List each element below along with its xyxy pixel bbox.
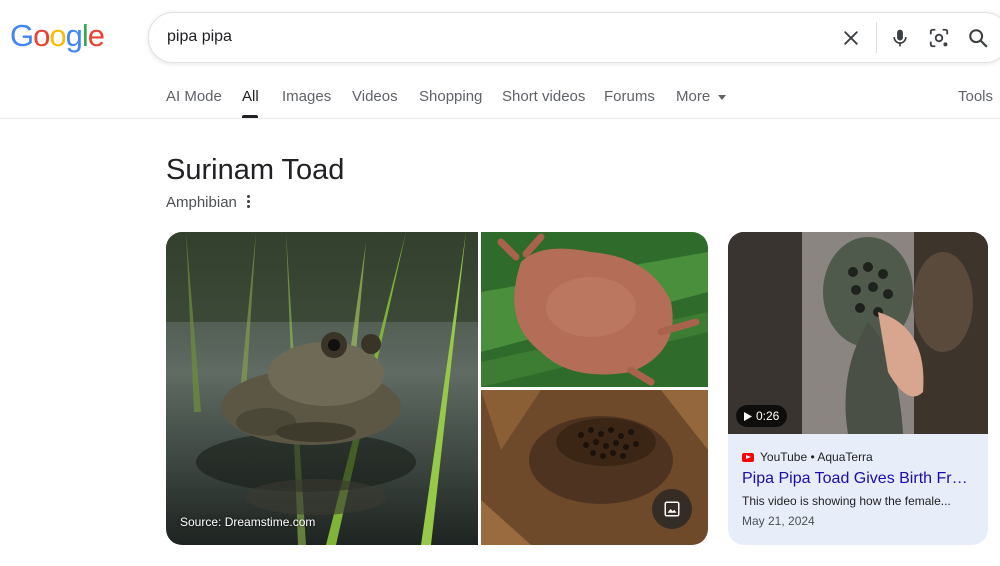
lens-icon [929, 28, 949, 48]
search-divider [876, 22, 877, 53]
tab-more-label: More [676, 88, 711, 105]
tab-forums[interactable]: Forums [604, 88, 655, 105]
image-gallery: Source: Dreamstime.com [166, 232, 708, 545]
tabs-divider [0, 118, 1000, 119]
clear-icon [844, 31, 858, 45]
more-images-button[interactable] [652, 489, 692, 529]
kebab-menu-icon[interactable] [241, 193, 255, 211]
logo-letter: o [33, 18, 50, 53]
video-thumbnail[interactable]: 0:26 [728, 232, 988, 434]
tools-label: Tools [958, 88, 994, 105]
youtube-icon [742, 452, 754, 462]
video-duration: 0:26 [756, 409, 780, 423]
search-button[interactable] [965, 25, 991, 51]
entity-title: Surinam Toad [166, 154, 345, 186]
tab-short-videos[interactable]: Short videos [502, 88, 585, 105]
search-icon [969, 29, 988, 48]
images-icon [664, 501, 680, 517]
tab-more[interactable]: More [676, 88, 727, 105]
video-source: YouTube • AquaTerra [742, 450, 873, 464]
logo-letter: o [49, 18, 66, 53]
logo-letter: e [87, 18, 105, 53]
tools-button[interactable]: Tools [958, 88, 1000, 105]
video-card[interactable]: 0:26 YouTube • AquaTerra Pipa Pipa Toad … [728, 232, 988, 545]
tab-all[interactable]: All [242, 88, 259, 105]
play-icon [744, 411, 752, 421]
tab-videos[interactable]: Videos [352, 88, 398, 105]
logo-letter: G [10, 18, 34, 53]
image-source-label: Source: Dreamstime.com [180, 515, 316, 529]
search-input[interactable] [167, 26, 767, 48]
video-description: This video is showing how the female... [742, 494, 951, 508]
entity-subtitle: Amphibian [166, 194, 237, 211]
video-duration-badge: 0:26 [736, 405, 788, 427]
lens-search-button[interactable] [926, 25, 952, 51]
tab-images[interactable]: Images [282, 88, 331, 105]
toad-with-eggs-on-back-image[interactable] [481, 390, 708, 545]
logo-letter: g [65, 18, 83, 53]
video-source-label: YouTube • AquaTerra [760, 450, 873, 464]
toad-in-water-image[interactable]: Source: Dreamstime.com [166, 232, 478, 545]
clear-button[interactable] [838, 25, 864, 51]
microphone-icon [893, 29, 907, 47]
tab-ai-mode[interactable]: AI Mode [166, 88, 222, 105]
flat-toad-on-leaf-image[interactable] [481, 232, 708, 387]
google-logo[interactable]: Google [10, 18, 105, 54]
video-title[interactable]: Pipa Pipa Toad Gives Birth From... [742, 470, 974, 488]
voice-search-button[interactable] [887, 25, 913, 51]
tab-shopping[interactable]: Shopping [419, 88, 482, 105]
caret-down-icon [718, 94, 727, 100]
video-date: May 21, 2024 [742, 514, 815, 528]
search-box [148, 12, 1000, 63]
